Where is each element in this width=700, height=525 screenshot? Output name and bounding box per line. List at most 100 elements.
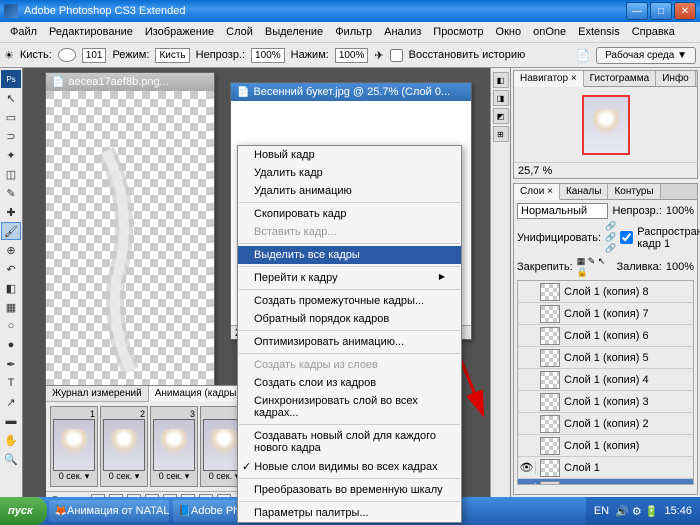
pen-tool[interactable]: ✒ bbox=[1, 355, 21, 373]
animation-frame[interactable]: 30 сек. ▾ bbox=[150, 406, 198, 487]
layer-opacity[interactable]: 100% bbox=[666, 205, 694, 217]
tab-histogram[interactable]: Гистограмма bbox=[584, 71, 657, 86]
brush-tool[interactable]: 🖌 bbox=[1, 222, 21, 240]
tab-measurement-log[interactable]: Журнал измерений bbox=[46, 386, 149, 401]
ctx-item[interactable]: Удалить анимацию bbox=[238, 182, 461, 200]
marquee-tool[interactable]: ▭ bbox=[1, 108, 21, 126]
menu-Анализ[interactable]: Анализ bbox=[378, 26, 427, 38]
titlebar: Adobe Photoshop CS3 Extended — □ ✕ bbox=[0, 0, 700, 22]
animation-frame[interactable]: 20 сек. ▾ bbox=[100, 406, 148, 487]
menu-Просмотр[interactable]: Просмотр bbox=[427, 26, 489, 38]
language-indicator[interactable]: EN bbox=[594, 505, 609, 517]
flow-label: Нажим: bbox=[291, 49, 329, 61]
layer-row[interactable]: Слой 1 (копия) 2 bbox=[518, 413, 693, 435]
ps-logo-icon: Ps bbox=[1, 70, 21, 88]
dock-icon[interactable]: ⊞ bbox=[493, 126, 509, 142]
opacity-value[interactable]: 100% bbox=[251, 48, 285, 63]
taskbar-task[interactable]: 🦊 Анимация от NATALI... bbox=[49, 500, 169, 522]
system-tray[interactable]: EN 🔊 ⚙ 🔋 15:46 bbox=[586, 497, 700, 525]
layer-row[interactable]: Слой 1 (копия) 7 bbox=[518, 303, 693, 325]
menu-Выделение[interactable]: Выделение bbox=[259, 26, 329, 38]
menu-Файл[interactable]: Файл bbox=[4, 26, 43, 38]
document-window-a[interactable]: 📄 aecea17aef8b.png... 33,33 % bbox=[45, 72, 215, 408]
maximize-button[interactable]: □ bbox=[650, 2, 672, 20]
layer-row[interactable]: 👁Слой 1 bbox=[518, 457, 693, 479]
menu-Окно[interactable]: Окно bbox=[490, 26, 528, 38]
tab-info[interactable]: Инфо bbox=[656, 71, 696, 86]
tab-channels[interactable]: Каналы bbox=[560, 184, 609, 199]
layer-row[interactable]: Слой 1 (копия) 5 bbox=[518, 347, 693, 369]
brush-preview[interactable] bbox=[58, 48, 76, 62]
blend-mode-dropdown[interactable]: Нормальный bbox=[517, 203, 608, 219]
path-tool[interactable]: ↗ bbox=[1, 393, 21, 411]
ctx-item[interactable]: Создавать новый слой для каждого нового … bbox=[238, 427, 461, 457]
mode-select[interactable]: Кисть bbox=[155, 48, 189, 63]
menu-Изображение[interactable]: Изображение bbox=[139, 26, 220, 38]
navigator-thumb[interactable] bbox=[582, 95, 630, 155]
lasso-tool[interactable]: ⊃ bbox=[1, 127, 21, 145]
crop-tool[interactable]: ◫ bbox=[1, 165, 21, 183]
tab-navigator[interactable]: Навигатор × bbox=[514, 71, 584, 87]
eyedropper-tool[interactable]: ✎ bbox=[1, 184, 21, 202]
menu-onOne[interactable]: onOne bbox=[527, 26, 572, 38]
ctx-item[interactable]: Скопировать кадр bbox=[238, 205, 461, 223]
ctx-item[interactable]: Создать промежуточные кадры... bbox=[238, 292, 461, 310]
minimize-button[interactable]: — bbox=[626, 2, 648, 20]
document-title-a[interactable]: 📄 aecea17aef8b.png... bbox=[46, 73, 214, 91]
history-brush-tool[interactable]: ↶ bbox=[1, 260, 21, 278]
start-button[interactable]: пуск bbox=[0, 497, 47, 525]
dock-icon[interactable]: ◧ bbox=[493, 72, 509, 88]
ctx-item[interactable]: Преобразовать во временную шкалу bbox=[238, 481, 461, 499]
workspace-dropdown[interactable]: Рабочая среда ▼ bbox=[596, 47, 696, 64]
hand-tool[interactable]: ✋ bbox=[1, 431, 21, 449]
restore-history-checkbox[interactable] bbox=[390, 49, 403, 62]
menu-Extensis[interactable]: Extensis bbox=[572, 26, 626, 38]
flow-value[interactable]: 100% bbox=[335, 48, 369, 63]
tab-layers[interactable]: Слои × bbox=[514, 184, 560, 200]
stamp-tool[interactable]: ⊕ bbox=[1, 241, 21, 259]
menu-Фильтр[interactable]: Фильтр bbox=[329, 26, 378, 38]
shape-tool[interactable]: ▬ bbox=[1, 412, 21, 430]
healing-tool[interactable]: ✚ bbox=[1, 203, 21, 221]
dock-icon[interactable]: ◩ bbox=[493, 108, 509, 124]
type-tool[interactable]: T bbox=[1, 374, 21, 392]
ctx-item[interactable]: Удалить кадр bbox=[238, 164, 461, 182]
layer-row[interactable]: Слой 1 (копия) 3 bbox=[518, 391, 693, 413]
layer-row[interactable]: Слой 1 (копия) bbox=[518, 435, 693, 457]
layer-row[interactable]: 👁Слой 0 bbox=[518, 479, 693, 485]
dodge-tool[interactable]: ● bbox=[1, 336, 21, 354]
layer-row[interactable]: Слой 1 (копия) 4 bbox=[518, 369, 693, 391]
brush-size[interactable]: 101 bbox=[82, 48, 107, 63]
navigator-zoom[interactable]: 25,7 % bbox=[518, 165, 552, 177]
menu-Справка[interactable]: Справка bbox=[626, 26, 681, 38]
ctx-item[interactable]: Перейти к кадру bbox=[238, 269, 461, 287]
dock-icon[interactable]: ◨ bbox=[493, 90, 509, 106]
wand-tool[interactable]: ✦ bbox=[1, 146, 21, 164]
eraser-tool[interactable]: ◧ bbox=[1, 279, 21, 297]
menu-Слой[interactable]: Слой bbox=[220, 26, 259, 38]
ctx-item[interactable]: Выделить все кадры bbox=[238, 246, 461, 264]
ctx-item[interactable]: Параметры палитры... bbox=[238, 504, 461, 522]
menu-Редактирование[interactable]: Редактирование bbox=[43, 26, 139, 38]
ctx-item[interactable]: Новый кадр bbox=[238, 146, 461, 164]
layer-row[interactable]: Слой 1 (копия) 6 bbox=[518, 325, 693, 347]
animation-frame[interactable]: 10 сек. ▾ bbox=[50, 406, 98, 487]
gradient-tool[interactable]: ▦ bbox=[1, 298, 21, 316]
layer-row[interactable]: Слой 1 (копия) 8 bbox=[518, 281, 693, 303]
move-tool[interactable]: ↖ bbox=[1, 89, 21, 107]
ctx-item[interactable]: Новые слои видимы во всех кадрах bbox=[238, 457, 461, 476]
blur-tool[interactable]: ○ bbox=[1, 317, 21, 335]
zoom-tool[interactable]: 🔍 bbox=[1, 450, 21, 468]
tab-paths[interactable]: Контуры bbox=[608, 184, 660, 199]
toolbox: Ps ↖ ▭ ⊃ ✦ ◫ ✎ ✚ 🖌 ⊕ ↶ ◧ ▦ ○ ● ✒ T ↗ ▬ ✋… bbox=[0, 68, 23, 497]
propagate-checkbox[interactable] bbox=[620, 231, 633, 244]
close-button[interactable]: ✕ bbox=[674, 2, 696, 20]
layer-fill[interactable]: 100% bbox=[666, 261, 694, 273]
ctx-item[interactable]: Синхронизировать слой во всех кадрах... bbox=[238, 392, 461, 422]
ctx-item[interactable]: Создать слои из кадров bbox=[238, 374, 461, 392]
ctx-item[interactable]: Оптимизировать анимацию... bbox=[238, 333, 461, 351]
document-title-b[interactable]: 📄 Весенний букет.jpg @ 25.7% (Слой 0... bbox=[231, 83, 471, 101]
ctx-item[interactable]: Обратный порядок кадров bbox=[238, 310, 461, 328]
ctx-item: Создать кадры из слоев bbox=[238, 356, 461, 374]
menubar: ФайлРедактированиеИзображениеСлойВыделен… bbox=[0, 22, 700, 42]
